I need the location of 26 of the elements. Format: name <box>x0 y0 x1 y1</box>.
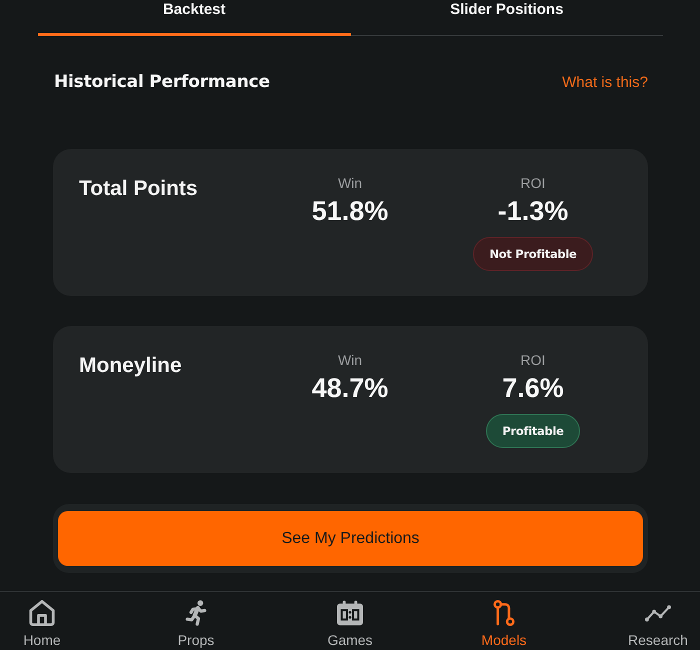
nav-item[interactable]: Games <box>308 592 392 650</box>
stat-label: ROI <box>520 351 546 369</box>
stat-value: -1.3% <box>498 195 568 228</box>
stat-value: 7.6% <box>502 372 564 405</box>
nav-item[interactable]: Models <box>462 592 546 650</box>
status-badge: Profitable <box>486 414 580 448</box>
home-icon <box>29 600 55 626</box>
branch-icon <box>491 600 517 626</box>
market-title: Moneyline <box>79 353 182 379</box>
tab[interactable]: Backtest <box>38 0 350 36</box>
status-badge: Not Profitable <box>473 237 592 271</box>
stat-label: Win <box>338 351 362 369</box>
stat-value: 51.8% <box>312 195 388 228</box>
running-person-icon <box>183 600 209 626</box>
see-predictions-button[interactable]: See My Predictions <box>58 511 643 566</box>
scoreboard-icon <box>337 600 363 626</box>
nav-item[interactable]: Props <box>154 592 238 650</box>
stat-label: ROI <box>520 174 546 192</box>
nav-item[interactable]: Research <box>616 592 700 650</box>
tab[interactable]: Slider Positions <box>350 0 663 36</box>
stat-label: Win <box>338 174 362 192</box>
section-title: Historical Performance <box>54 72 270 92</box>
market-title: Total Points <box>79 176 198 202</box>
stat-value: 48.7% <box>312 372 388 405</box>
nav-item[interactable]: Home <box>0 592 84 650</box>
what-is-this-link[interactable]: What is this? <box>562 74 648 90</box>
